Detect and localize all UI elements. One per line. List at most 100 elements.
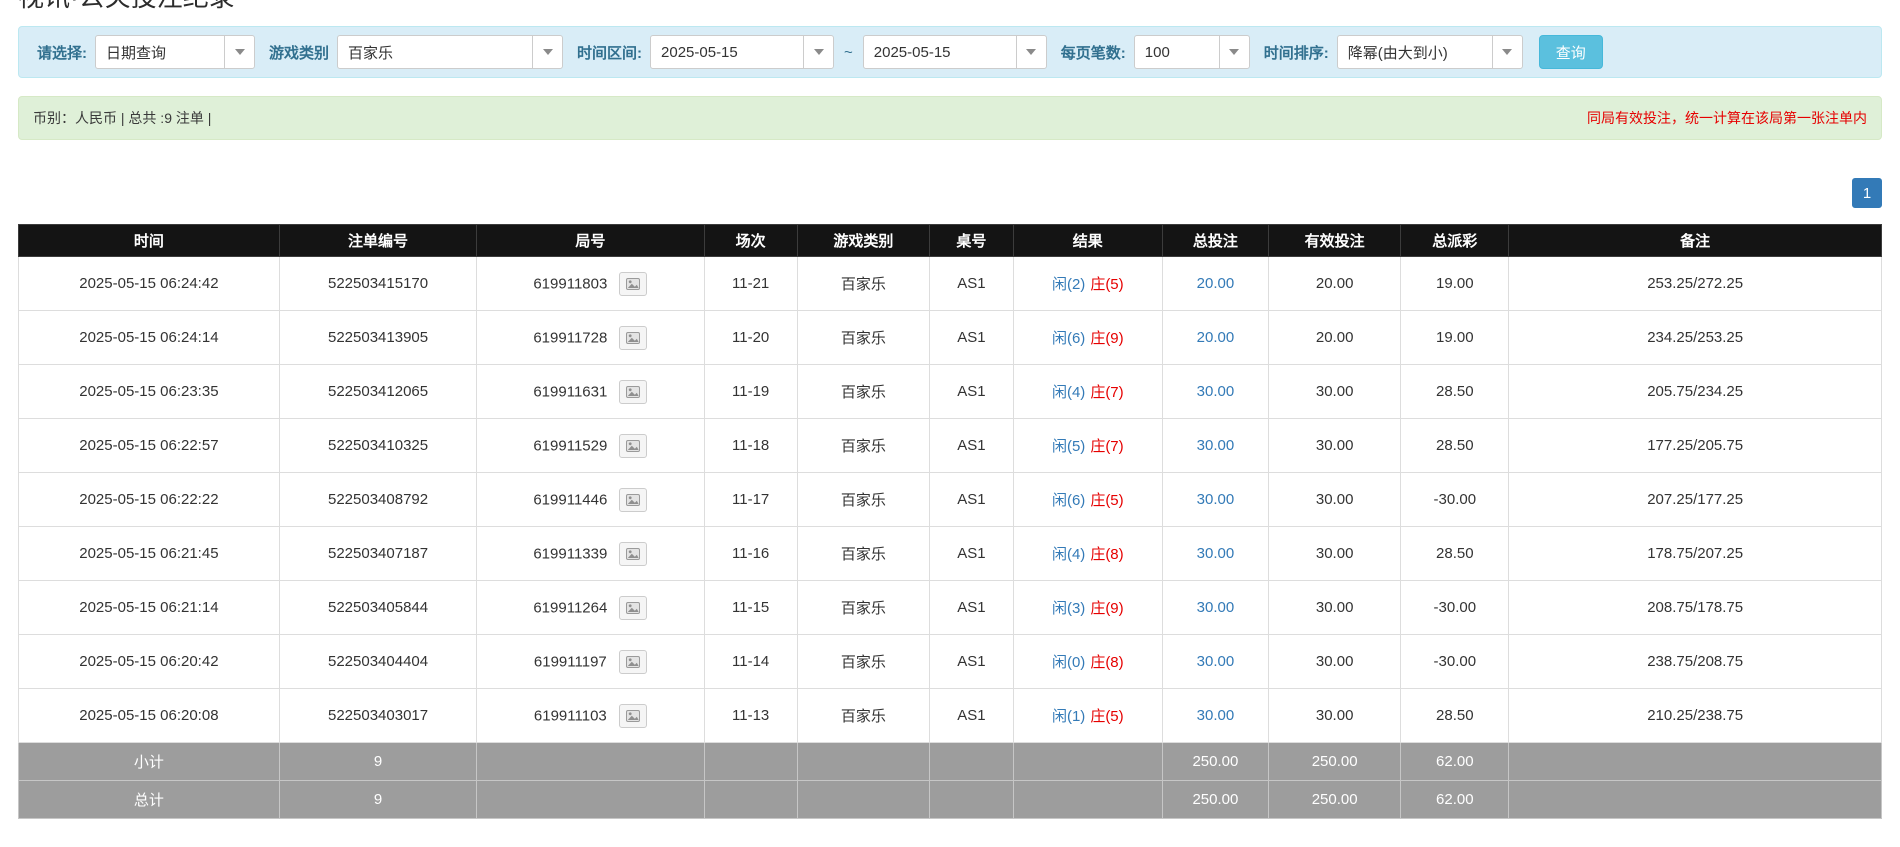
cell-table-no: AS1 [929, 689, 1013, 743]
cell-remark: 177.25/205.75 [1509, 419, 1882, 473]
total-bet-link[interactable]: 30.00 [1197, 707, 1235, 724]
table-row: 2025-05-15 06:24:14 522503413905 6199117… [19, 311, 1882, 365]
cell-game-type: 百家乐 [797, 581, 929, 635]
game-type-label: 游戏类别 [269, 42, 329, 63]
chevron-down-icon[interactable] [1219, 36, 1249, 68]
cell-session: 11-18 [704, 419, 797, 473]
subtotal-row: 小计 9 250.00 250.00 62.00 [19, 743, 1882, 781]
col-header-result: 结果 [1013, 225, 1162, 257]
cell-payout: -30.00 [1401, 473, 1509, 527]
col-header-bet-no: 注单编号 [279, 225, 476, 257]
bet-records-table: 时间 注单编号 局号 场次 游戏类别 桌号 结果 总投注 有效投注 总派彩 备注… [18, 224, 1882, 819]
video-snapshot-icon [626, 548, 640, 560]
cell-valid-bet: 30.00 [1269, 365, 1401, 419]
result-banker: 庄(7) [1090, 384, 1123, 401]
cell-result: 闲(5)庄(7) [1013, 419, 1162, 473]
col-header-payout: 总派彩 [1401, 225, 1509, 257]
cell-round-no: 619911103 [477, 689, 704, 743]
result-banker: 庄(8) [1090, 546, 1123, 563]
result-player: 闲(5) [1052, 438, 1085, 455]
cell-remark: 210.25/238.75 [1509, 689, 1882, 743]
round-snapshot-button[interactable] [619, 488, 647, 512]
total-bet-link[interactable]: 30.00 [1197, 437, 1235, 454]
game-type-select[interactable]: 百家乐 [337, 35, 563, 69]
total-bet-link[interactable]: 30.00 [1197, 545, 1235, 562]
total-bet-link[interactable]: 30.00 [1197, 599, 1235, 616]
cell-bet-no: 522503410325 [279, 419, 476, 473]
cell-session: 11-17 [704, 473, 797, 527]
video-snapshot-icon [626, 278, 640, 290]
cell-payout: 28.50 [1401, 527, 1509, 581]
total-bet-link[interactable]: 30.00 [1197, 383, 1235, 400]
round-snapshot-button[interactable] [619, 272, 647, 296]
date-from-select[interactable]: 2025-05-15 [650, 35, 834, 69]
chevron-down-icon[interactable] [224, 36, 254, 68]
total-bet-link[interactable]: 30.00 [1197, 491, 1235, 508]
cell-valid-bet: 30.00 [1269, 473, 1401, 527]
cell-game-type: 百家乐 [797, 365, 929, 419]
cell-valid-bet: 30.00 [1269, 419, 1401, 473]
cell-game-type: 百家乐 [797, 527, 929, 581]
round-snapshot-button[interactable] [619, 596, 647, 620]
result-player: 闲(2) [1052, 276, 1085, 293]
col-header-valid-bet: 有效投注 [1269, 225, 1401, 257]
cell-time: 2025-05-15 06:20:08 [19, 689, 280, 743]
cell-total-bet: 30.00 [1162, 527, 1268, 581]
round-snapshot-button[interactable] [619, 650, 647, 674]
cell-bet-no: 522503413905 [279, 311, 476, 365]
cell-time: 2025-05-15 06:20:42 [19, 635, 280, 689]
result-player: 闲(0) [1052, 654, 1085, 671]
col-header-table-no: 桌号 [929, 225, 1013, 257]
cell-payout: -30.00 [1401, 581, 1509, 635]
cell-valid-bet: 30.00 [1269, 581, 1401, 635]
chevron-down-icon[interactable] [1492, 36, 1522, 68]
total-label: 总计 [19, 781, 280, 819]
cell-table-no: AS1 [929, 419, 1013, 473]
round-snapshot-button[interactable] [619, 434, 647, 458]
date-to-select[interactable]: 2025-05-15 [863, 35, 1047, 69]
cell-remark: 178.75/207.25 [1509, 527, 1882, 581]
cell-total-bet: 30.00 [1162, 689, 1268, 743]
total-bet-link[interactable]: 20.00 [1197, 329, 1235, 346]
bet-records-table-wrap: 时间 注单编号 局号 场次 游戏类别 桌号 结果 总投注 有效投注 总派彩 备注… [18, 224, 1882, 819]
round-snapshot-button[interactable] [619, 704, 647, 728]
round-number: 619911264 [533, 599, 607, 616]
cell-result: 闲(4)庄(8) [1013, 527, 1162, 581]
time-sort-select[interactable]: 降幂(由大到小) [1337, 35, 1523, 69]
col-header-total-bet: 总投注 [1162, 225, 1268, 257]
result-player: 闲(6) [1052, 492, 1085, 509]
table-row: 2025-05-15 06:20:08 522503403017 6199111… [19, 689, 1882, 743]
cell-round-no: 619911339 [477, 527, 704, 581]
col-header-time: 时间 [19, 225, 280, 257]
cell-table-no: AS1 [929, 527, 1013, 581]
cell-valid-bet: 30.00 [1269, 527, 1401, 581]
subtotal-label: 小计 [19, 743, 280, 781]
total-bet-link[interactable]: 30.00 [1197, 653, 1235, 670]
chevron-down-icon[interactable] [532, 36, 562, 68]
subtotal-valid-bet: 250.00 [1269, 743, 1401, 781]
cell-round-no: 619911446 [477, 473, 704, 527]
cell-session: 11-14 [704, 635, 797, 689]
page-size-select[interactable]: 100 [1134, 35, 1250, 69]
chevron-down-icon[interactable] [1016, 36, 1046, 68]
cell-remark: 234.25/253.25 [1509, 311, 1882, 365]
page-title: 视讯·公关投注纪录 [18, 0, 1882, 12]
round-snapshot-button[interactable] [619, 542, 647, 566]
query-mode-select[interactable]: 日期查询 [95, 35, 255, 69]
cell-total-bet: 30.00 [1162, 419, 1268, 473]
chevron-down-icon[interactable] [803, 36, 833, 68]
cell-valid-bet: 30.00 [1269, 635, 1401, 689]
round-snapshot-button[interactable] [619, 380, 647, 404]
round-number: 619911339 [533, 545, 607, 562]
table-header: 时间 注单编号 局号 场次 游戏类别 桌号 结果 总投注 有效投注 总派彩 备注 [19, 225, 1882, 257]
round-snapshot-button[interactable] [619, 326, 647, 350]
total-empty-cell [797, 781, 929, 819]
total-bet-link[interactable]: 20.00 [1197, 275, 1235, 292]
page: 视讯·公关投注纪录 请选择: 日期查询 游戏类别 百家乐 时间区间: 2025-… [0, 0, 1900, 819]
cell-time: 2025-05-15 06:22:22 [19, 473, 280, 527]
page-button-1[interactable]: 1 [1852, 178, 1882, 208]
table-row: 2025-05-15 06:22:22 522503408792 6199114… [19, 473, 1882, 527]
total-empty-cell [704, 781, 797, 819]
result-player: 闲(4) [1052, 384, 1085, 401]
query-button[interactable]: 查询 [1539, 35, 1603, 69]
